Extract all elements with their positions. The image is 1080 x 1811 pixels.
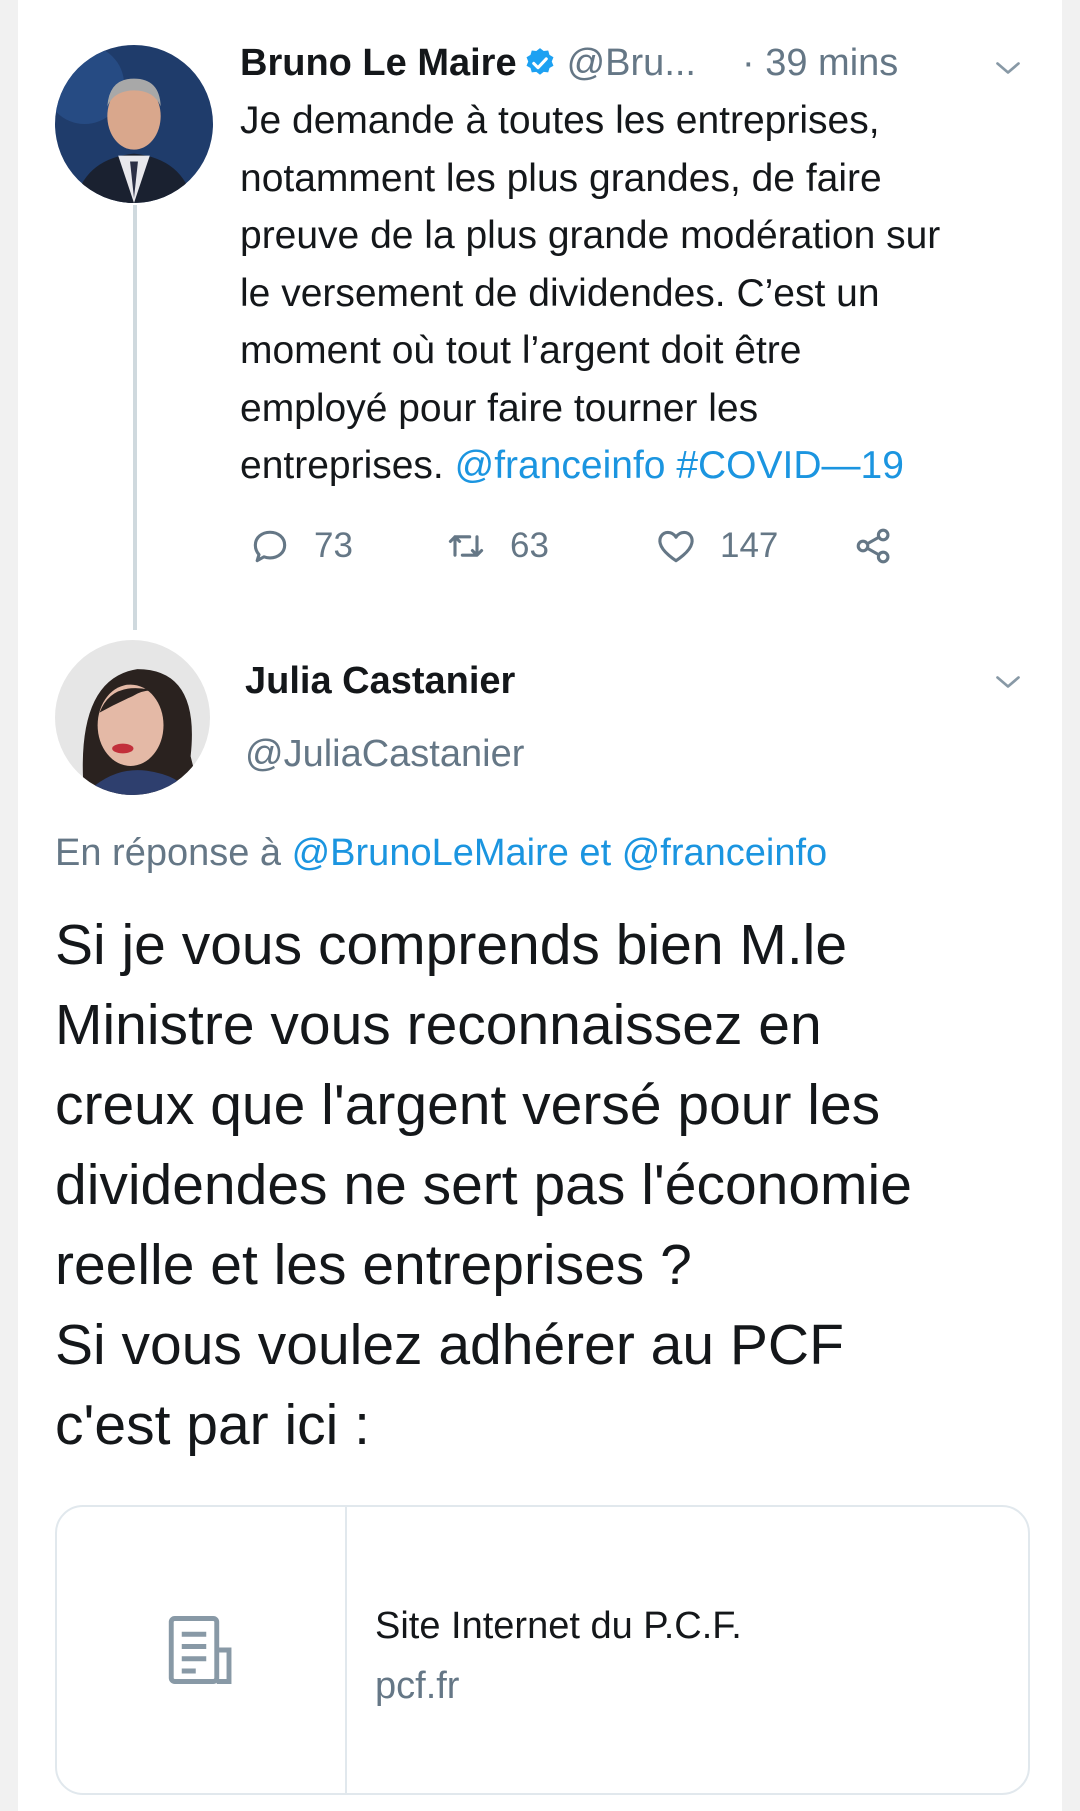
- mention-brunolemaire-link[interactable]: @BrunoLeMaire: [292, 832, 569, 874]
- mention-franceinfo-link[interactable]: @franceinfo: [455, 444, 666, 487]
- chevron-down-icon[interactable]: [990, 664, 1026, 700]
- reply-prefix: En réponse à: [55, 832, 292, 874]
- like-button[interactable]: 147: [654, 520, 778, 572]
- tweet2-text-line: Si je vous comprends bien M.le: [55, 913, 848, 977]
- link-preview-card[interactable]: Site Internet du P.C.F. pcf.fr: [55, 1505, 1030, 1795]
- reply-joiner: et: [568, 832, 622, 874]
- reply-button[interactable]: 73: [248, 520, 353, 572]
- tweet1-timestamp[interactable]: · 39 mins: [742, 42, 898, 85]
- avatar-julia-castanier[interactable]: [55, 640, 210, 795]
- tweet2-text-line: Ministre vous reconnaissez en: [55, 993, 822, 1057]
- card-domain: pcf.fr: [375, 1665, 460, 1707]
- reply-count: 73: [314, 526, 353, 565]
- tweet1-text-line: le versement de dividendes. C’est un: [240, 271, 880, 315]
- tweet1-text-line: employé pour faire tourner les: [240, 386, 759, 430]
- tweet2-text-line: creux que l'argent versé pour les: [55, 1073, 881, 1137]
- card-thumbnail: [57, 1507, 347, 1793]
- tweet2-author-name[interactable]: Julia Castanier: [245, 660, 515, 703]
- mention-franceinfo-link[interactable]: @franceinfo: [622, 832, 827, 874]
- tweet1-author-handle[interactable]: @Bru...: [567, 42, 696, 85]
- avatar-bruno-le-maire[interactable]: [55, 45, 213, 203]
- share-icon: [856, 528, 890, 564]
- tweet1-actions-bar: 73 63 147: [248, 520, 948, 572]
- card-title: Site Internet du P.C.F.: [375, 1605, 742, 1647]
- document-icon: [168, 1616, 232, 1684]
- tweet1-author-name[interactable]: Bruno Le Maire: [240, 42, 517, 85]
- tweet1-text-line: moment où tout l’argent doit être: [240, 329, 802, 372]
- tweet1-text-fragment: entreprises.: [240, 444, 455, 487]
- tweet1-text-line: Je demande à toutes les entreprises,: [240, 99, 880, 142]
- reply-icon: [253, 530, 287, 563]
- share-button[interactable]: [852, 520, 896, 572]
- heart-icon: [658, 530, 694, 563]
- right-edge: [1062, 0, 1080, 1811]
- verified-badge-icon: [526, 48, 554, 75]
- tweet1-text-line: preuve de la plus grande modération sur: [240, 214, 941, 257]
- retweet-button[interactable]: 63: [444, 520, 549, 572]
- tweet1-text-last-line: entreprises. @franceinfo #COVID—19: [240, 437, 1030, 495]
- tweet2-author-handle[interactable]: @JuliaCastanier: [245, 733, 524, 776]
- hashtag-covid19-link[interactable]: #COVID—19: [676, 444, 904, 487]
- tweet1-text-line: notamment les plus grandes, de faire: [240, 156, 882, 200]
- tweet1-header: Bruno Le Maire @Bru... · 39 mins: [240, 38, 1020, 88]
- retweet-count: 63: [510, 526, 549, 565]
- tweet2-text-line: c'est par ici :: [55, 1393, 370, 1457]
- like-count: 147: [720, 526, 779, 565]
- thread-connector-line: [133, 205, 137, 630]
- left-edge: [0, 0, 18, 1811]
- tweet2-text-line: dividendes ne sert pas l'économie: [55, 1153, 912, 1217]
- reply-context: En réponse à @BrunoLeMaire et @franceinf…: [55, 832, 827, 875]
- avatar-image: [55, 45, 213, 203]
- tweet2-text: Si je vous comprends bien M.le Ministre …: [55, 905, 1045, 1465]
- avatar-image: [55, 640, 210, 795]
- tweet2-text-line: reelle et les entreprises ?: [55, 1233, 692, 1297]
- chevron-down-icon[interactable]: [990, 50, 1026, 86]
- tweet1-text: Je demande à toutes les entreprises, not…: [240, 92, 1030, 495]
- tweet2-text-line: Si vous voulez adhérer au PCF: [55, 1313, 844, 1377]
- retweet-icon: [448, 535, 484, 557]
